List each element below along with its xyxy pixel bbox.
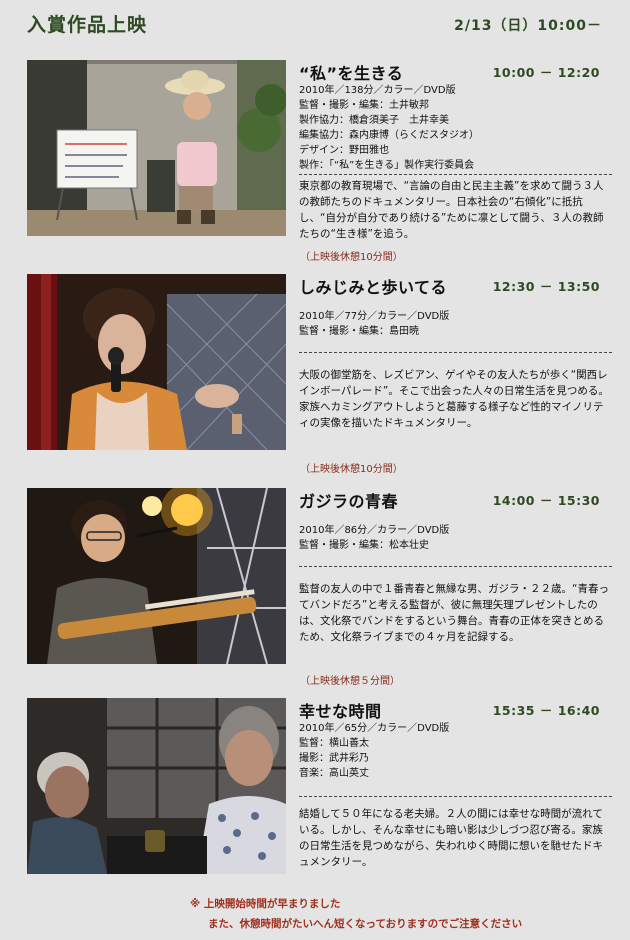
film-description: 大阪の御堂筋を、レズビアン、ゲイやその友人たちが歩く“関西レインボーパレード”。… <box>299 369 609 429</box>
credit-line: 2010年／65分／カラー／DVD版 <box>299 723 450 734</box>
credit-line: 製作協力：橋倉須美子 土井幸美 <box>299 115 449 126</box>
film-title: ガジラの青春 <box>299 492 399 511</box>
film-entry-2: しみじみと歩いてる 12:30 － 13:50 2010年／77分／カラー／DV… <box>27 274 612 475</box>
film-time: 12:30 － 13:50 <box>492 279 600 294</box>
credit-line: 監督・撮影・編集：松本壮史 <box>299 540 429 551</box>
page-title: 入賞作品上映 <box>27 14 148 36</box>
film-title: しみじみと歩いてる <box>299 278 448 297</box>
film-credits: 2010年／77分／カラー／DVD版 監督・撮影・編集：島田暁 <box>299 309 612 339</box>
film-still-3-image <box>27 488 286 664</box>
credit-line: 監督・撮影・編集：土井敏邦 <box>299 100 429 111</box>
film-time: 15:35 － 16:40 <box>492 703 600 718</box>
film-credits: 2010年／65分／カラー／DVD版 監督：横山善太 撮影：武井彩乃 音楽：高山… <box>299 721 612 781</box>
notice-line-2: また、休憩時間がたいへん短くなっておりますのでご注意ください <box>208 918 523 930</box>
divider <box>299 796 612 797</box>
screening-date: 2/13（日）10:00－ <box>454 18 602 34</box>
credit-line: 撮影：武井彩乃 <box>299 753 369 764</box>
film-credits: 2010年／138分／カラー／DVD版 監督・撮影・編集：土井敏邦 製作協力：橋… <box>299 83 612 173</box>
film-entry-1: “私”を生きる 10:00 － 12:20 2010年／138分／カラー／DVD… <box>27 60 612 263</box>
film-still-2-image <box>27 274 286 450</box>
notice-line-1: ※ 上映開始時間が早まりました <box>190 898 341 910</box>
credit-line: 監督：横山善太 <box>299 738 369 749</box>
intermission-note: （上映後休憩10分間） <box>300 464 403 475</box>
film-still-1-image <box>27 60 286 236</box>
film-still-2 <box>27 274 286 450</box>
film-description: 東京都の教育現場で、“言論の自由と民主主義”を求めて闘う３人の教師たちのドキュメ… <box>299 180 604 240</box>
credit-line: 製作：「“私”を生きる」製作実行委員会 <box>299 160 475 171</box>
film-time: 10:00 － 12:20 <box>492 65 600 80</box>
intermission-note: （上映後休憩10分間） <box>300 252 403 263</box>
film-still-3 <box>27 488 286 664</box>
film-description: 結婚して５０年になる老夫婦。２人の間には幸せな時間が流れている。しかし、そんな幸… <box>299 808 603 868</box>
film-still-4-image <box>27 698 286 874</box>
credit-line: 監督・撮影・編集：島田暁 <box>299 326 419 337</box>
credit-line: デザイン：野田雅也 <box>299 145 389 156</box>
film-entry-4: 幸せな時間 15:35 － 16:40 2010年／65分／カラー／DVD版 監… <box>27 698 612 878</box>
divider <box>299 174 612 175</box>
divider <box>299 566 612 567</box>
credit-line: 2010年／86分／カラー／DVD版 <box>299 525 450 536</box>
credit-line: 音楽：高山英丈 <box>299 768 369 779</box>
schedule-notice: ※ 上映開始時間が早まりました また、休憩時間がたいへん短くなっておりますのでご… <box>190 894 522 934</box>
film-still-1 <box>27 60 286 236</box>
film-entry-3: ガジラの青春 14:00 － 15:30 2010年／86分／カラー／DVD版 … <box>27 488 612 688</box>
film-description: 監督の友人の中で１番青春と無縁な男、ガジラ・２２歳。“青春ってバンドだろ”と考え… <box>299 583 609 643</box>
credit-line: 2010年／138分／カラー／DVD版 <box>299 85 456 96</box>
film-credits: 2010年／86分／カラー／DVD版 監督・撮影・編集：松本壮史 <box>299 523 612 553</box>
divider <box>299 352 612 353</box>
film-still-4 <box>27 698 286 874</box>
film-time: 14:00 － 15:30 <box>492 493 600 508</box>
film-title: “私”を生きる <box>299 64 404 83</box>
film-title: 幸せな時間 <box>299 702 382 721</box>
credit-line: 2010年／77分／カラー／DVD版 <box>299 311 450 322</box>
intermission-note: （上映後休憩５分間） <box>300 676 400 687</box>
credit-line: 編集協力：森内康博（らくだスタジオ） <box>299 130 479 141</box>
